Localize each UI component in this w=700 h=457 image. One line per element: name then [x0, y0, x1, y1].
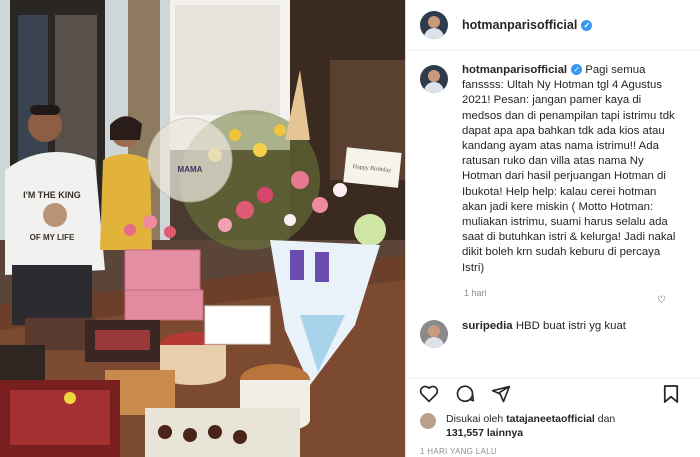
photo-illustration: I'M THE KING OF MY LIFE MAMA Happy Birth…	[0, 0, 405, 457]
comment-like-heart-icon[interactable]: ♡	[657, 295, 666, 306]
comment-item: suripedia HBD buat istri yg kuat	[406, 319, 700, 348]
bookmark-icon[interactable]	[660, 383, 682, 405]
liker-username[interactable]: tatajaneetaofficial	[506, 413, 595, 425]
shirt-text-1: I'M THE KING	[23, 190, 81, 200]
comment-username[interactable]: suripedia	[462, 320, 513, 332]
comment-text: suripedia HBD buat istri yg kuat	[462, 320, 626, 332]
liker-avatar[interactable]	[420, 413, 436, 429]
post-side-panel: hotmanparisofficial ✓ hotmanparisofficial…	[405, 0, 700, 457]
post-header: hotmanparisofficial ✓	[406, 0, 700, 51]
likes-summary: Disukai oleh tatajaneetaofficial dan 131…	[420, 412, 690, 440]
likes-count[interactable]: 131,557	[446, 427, 484, 439]
likes-text: Disukai oleh tatajaneetaofficial dan 131…	[446, 413, 616, 439]
caption-text: hotmanparisofficial ✓ Pagi semua fanssss:…	[462, 63, 684, 276]
action-bar	[406, 378, 700, 409]
heart-icon[interactable]	[418, 383, 440, 405]
share-icon[interactable]	[490, 383, 512, 405]
comment-icon[interactable]	[454, 383, 476, 405]
author-avatar[interactable]	[420, 11, 448, 39]
post-timestamp[interactable]: 1 HARI YANG LALU	[420, 447, 497, 456]
author-username[interactable]: hotmanparisofficial ✓	[462, 18, 593, 32]
comment-body: HBD buat istri yg kuat	[515, 319, 626, 332]
caption-avatar[interactable]	[420, 65, 448, 93]
caption: hotmanparisofficial ✓ Pagi semua fanssss:…	[406, 63, 700, 276]
shirt-text-2: OF MY LIFE	[30, 233, 75, 242]
post-photo[interactable]: I'M THE KING OF MY LIFE MAMA Happy Birth…	[0, 0, 405, 457]
comments-list[interactable]: hotmanparisofficial ✓ Pagi semua fanssss:…	[406, 63, 700, 373]
caption-username[interactable]: hotmanparisofficial	[462, 64, 567, 76]
caption-body: Pagi semua fanssss: Ultah Ny Hotman tgl …	[462, 64, 676, 274]
balloon-text: MAMA	[178, 165, 203, 174]
comment-avatar[interactable]	[420, 319, 448, 348]
verified-badge-icon: ✓	[581, 20, 593, 32]
verified-badge-icon: ✓	[571, 64, 583, 76]
instagram-post: I'M THE KING OF MY LIFE MAMA Happy Birth…	[0, 0, 700, 457]
